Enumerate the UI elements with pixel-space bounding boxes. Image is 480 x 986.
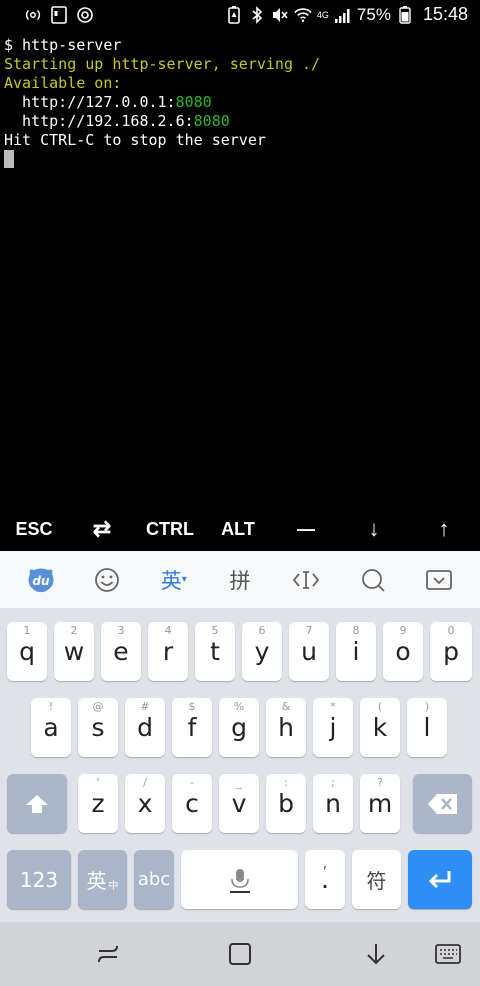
navigation-bar (0, 922, 480, 986)
key-e[interactable]: 3e (101, 622, 141, 681)
backspace-icon (427, 793, 457, 814)
abc-key[interactable]: abc (134, 850, 174, 909)
keyboard-toolbar: du 英 ▾ 拼 (0, 551, 480, 608)
key-n[interactable]: ; n (313, 774, 353, 833)
language-switch-key[interactable]: 英中 (78, 850, 127, 909)
search-icon[interactable] (353, 560, 393, 600)
key-g[interactable]: % g (219, 698, 259, 757)
dash-key[interactable]: — (272, 507, 340, 551)
key-m[interactable]: ? m (360, 774, 400, 833)
key-v[interactable]: _ v (219, 774, 259, 833)
terminal-line: Available on: (4, 74, 122, 92)
terminal-line: $ http-server (4, 36, 122, 54)
key-u[interactable]: 7u (289, 622, 329, 681)
key-b[interactable]: :b (266, 774, 306, 833)
cursor-move-icon[interactable] (286, 560, 326, 600)
pinyin-mode-label: 拼 (229, 568, 251, 593)
keyboard: 1q 2w 3e 4r 5t 6y 7u 8i 9o 0p ! a @ s # d $… (0, 608, 480, 922)
mute-icon (271, 6, 289, 24)
key-i[interactable]: 8i (336, 622, 376, 681)
svg-text:du: du (33, 574, 51, 588)
terminal-line: Hit CTRL-C to stop the server (4, 131, 266, 149)
key-h[interactable]: & h (266, 698, 306, 757)
key-c[interactable]: -c (172, 774, 212, 833)
key-y[interactable]: 6y (242, 622, 282, 681)
key-f[interactable]: $ f (172, 698, 212, 757)
terminal-output[interactable]: $ http-server Starting up http-server, s… (0, 32, 480, 507)
status-bar: 4G 75% 15:48 (0, 0, 480, 32)
key-k[interactable]: (k (360, 698, 400, 757)
baidu-logo-button[interactable]: du (21, 560, 61, 600)
key-x[interactable]: / x (125, 774, 165, 833)
back-down-icon[interactable] (358, 936, 394, 972)
up-arrow-key[interactable]: ↑ (408, 507, 480, 551)
enter-icon (428, 870, 451, 888)
shift-icon (26, 794, 48, 813)
terminal-line: http://127.0.0.1:8080 (4, 93, 212, 111)
english-mode-button[interactable]: 英 ▾ (154, 560, 194, 600)
terminal-line: http://192.168.2.6:8080 (4, 112, 230, 130)
extra-keys-row: ESC ⇄ CTRL ALT — ↓ ↑ (0, 507, 480, 551)
hide-keyboard-icon[interactable] (419, 560, 459, 600)
battery-percent: 75% (356, 4, 391, 24)
symbols-key[interactable]: 符 (352, 850, 401, 909)
bluetooth-icon (248, 5, 266, 24)
keyboard-switch-icon[interactable] (430, 936, 466, 972)
microphone-icon (229, 868, 250, 893)
sync-icon (76, 6, 94, 24)
key-p[interactable]: 0p (430, 622, 472, 681)
key-z[interactable]: ' z (78, 774, 118, 833)
ctrl-key[interactable]: CTRL (136, 507, 204, 551)
hotspot-icon (24, 6, 42, 24)
shift-key[interactable] (7, 774, 67, 833)
esc-key[interactable]: ESC (0, 507, 68, 551)
key-l[interactable]: ) l (407, 698, 447, 757)
dropdown-caret-icon: ▾ (181, 574, 187, 585)
key-d[interactable]: # d (125, 698, 165, 757)
network-type-label: 4G (316, 9, 329, 20)
backspace-key[interactable] (413, 774, 472, 833)
key-j[interactable]: * j (313, 698, 353, 757)
space-key[interactable] (181, 850, 298, 909)
notification-box-icon (50, 6, 68, 24)
down-arrow-key[interactable]: ↓ (340, 507, 408, 551)
language-sub-label: 中 (108, 881, 119, 892)
emoji-icon[interactable] (87, 560, 127, 600)
battery-icon (396, 5, 414, 24)
alt-key[interactable]: ALT (204, 507, 272, 551)
key-s[interactable]: @ s (78, 698, 118, 757)
recent-apps-icon[interactable] (90, 936, 126, 972)
signal-icon (334, 6, 352, 24)
battery-saver-icon (225, 5, 243, 24)
enter-key[interactable] (408, 850, 472, 909)
key-a[interactable]: ! a (31, 698, 71, 757)
numbers-key[interactable]: 123 (7, 850, 71, 909)
terminal-line: Starting up http-server, serving ./ (4, 55, 321, 73)
wifi-icon (294, 6, 312, 24)
pinyin-mode-button[interactable]: 拼 (220, 560, 260, 600)
key-q[interactable]: 1q (7, 622, 47, 681)
comma-period-key[interactable]: ,. (305, 850, 345, 909)
key-o[interactable]: 9o (383, 622, 423, 681)
key-w[interactable]: 2w (54, 622, 94, 681)
english-mode-label: 英 (160, 568, 182, 593)
key-r[interactable]: 4r (148, 622, 188, 681)
key-t[interactable]: 5t (195, 622, 235, 681)
home-icon[interactable] (222, 936, 258, 972)
terminal-cursor (4, 150, 14, 168)
clock: 15:48 (422, 4, 468, 24)
tab-key[interactable]: ⇄ (68, 507, 136, 551)
terminal-cursor-line (4, 150, 476, 169)
